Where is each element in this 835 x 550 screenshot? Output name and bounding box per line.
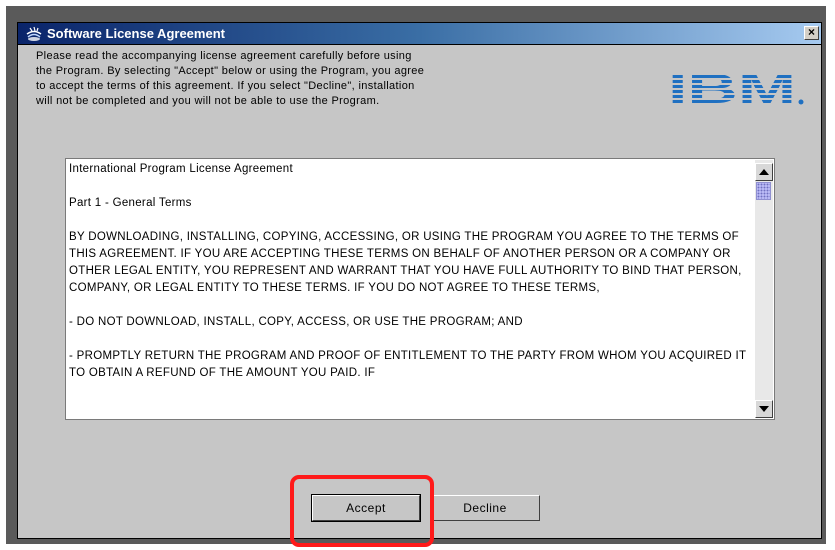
scroll-down-button[interactable] — [755, 400, 773, 418]
java-cup-icon — [24, 25, 44, 42]
intro-line: Please read the accompanying license agr… — [36, 50, 412, 62]
dialog-title: Software License Agreement — [47, 26, 225, 41]
arrow-down-icon — [759, 406, 769, 412]
scrollbar-thumb[interactable] — [756, 182, 771, 200]
close-button[interactable]: × — [804, 26, 819, 40]
close-icon: × — [807, 25, 815, 39]
license-paragraph: - PROMPTLY RETURN THE PROGRAM AND PROOF … — [69, 350, 747, 379]
license-paragraph: International Program License Agreement — [69, 163, 293, 175]
license-paragraph: BY DOWNLOADING, INSTALLING, COPYING, ACC… — [69, 231, 742, 294]
license-text-area[interactable]: International Program License Agreement … — [65, 158, 775, 420]
intro-line: will not be completed and you will not b… — [36, 95, 380, 107]
title-bar[interactable]: Software License Agreement × — [18, 23, 821, 45]
ibm-logo-text: IBM — [668, 65, 796, 112]
scroll-up-button[interactable] — [755, 163, 773, 181]
decline-button[interactable]: Decline — [430, 495, 540, 521]
vertical-scrollbar[interactable] — [755, 160, 773, 418]
ibm-logo: IBM — [666, 65, 806, 115]
license-dialog: Software License Agreement × Please read… — [17, 22, 822, 539]
intro-line: to accept the terms of this agreement. I… — [36, 80, 415, 92]
arrow-up-icon — [759, 169, 769, 175]
license-paragraph: Part 1 - General Terms — [69, 197, 192, 209]
license-text: International Program License Agreement … — [69, 161, 759, 399]
intro-line: the Program. By selecting "Accept" below… — [36, 65, 425, 77]
intro-text: Please read the accompanying license agr… — [36, 49, 616, 109]
accept-button[interactable]: Accept — [311, 494, 421, 522]
license-paragraph: - DO NOT DOWNLOAD, INSTALL, COPY, ACCESS… — [69, 316, 523, 328]
